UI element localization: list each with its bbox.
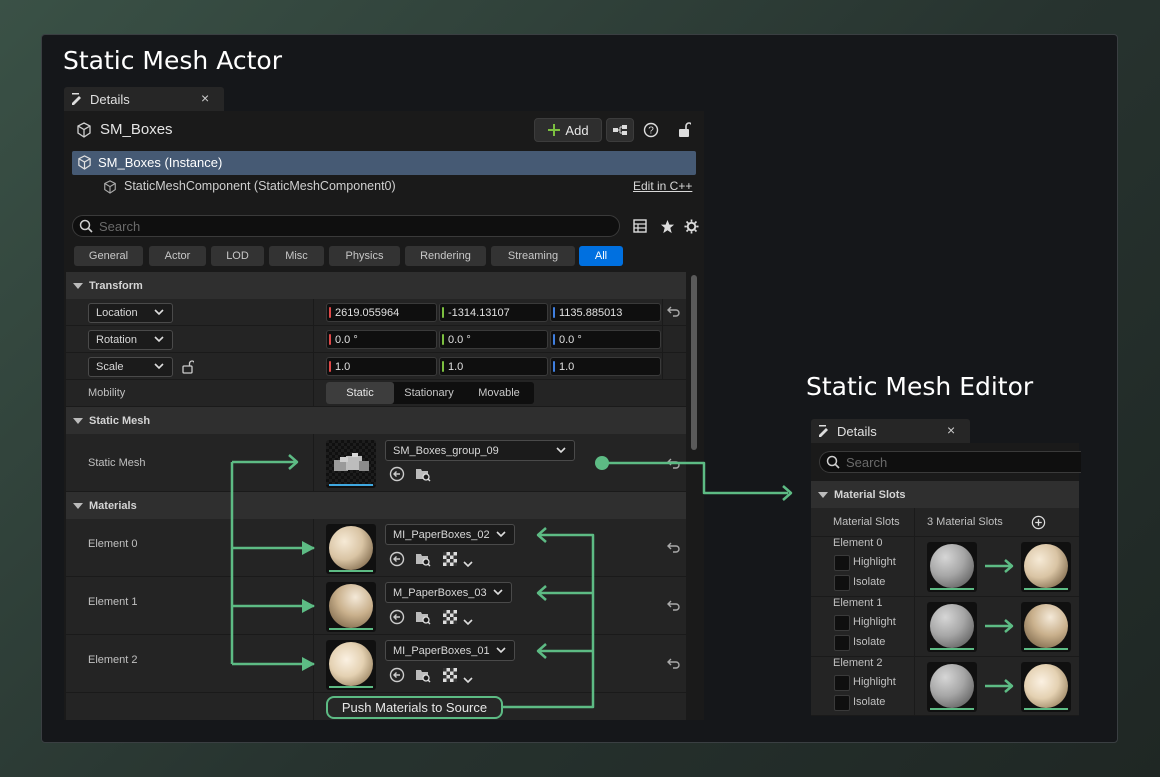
arrow-slot-2 — [985, 679, 1014, 693]
arrowhead-icon — [302, 599, 315, 613]
connector-dot — [595, 456, 609, 470]
arrow-slot-0 — [985, 559, 1014, 573]
arrow-to-editor — [602, 461, 788, 495]
arrowhead-icon — [302, 657, 315, 671]
annotation-arrows — [230, 454, 1014, 709]
arrowhead-icon — [302, 541, 315, 555]
arrow-slot-1 — [985, 619, 1014, 633]
right-bracket-line — [503, 533, 595, 709]
